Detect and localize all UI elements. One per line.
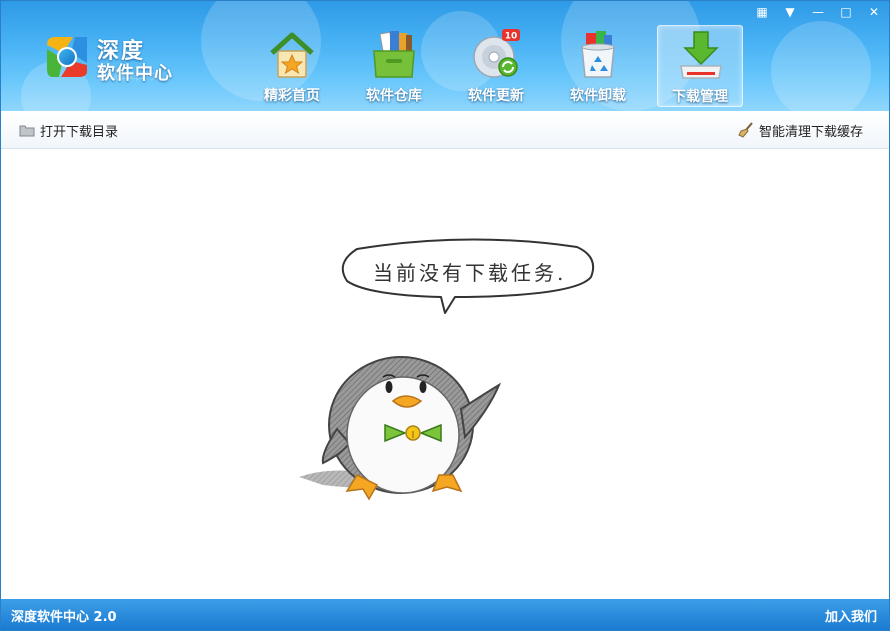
tab-software-repository[interactable]: 软件仓库 <box>351 25 437 107</box>
close-icon[interactable]: ✕ <box>863 3 885 21</box>
tab-home-label: 精彩首页 <box>264 88 320 104</box>
open-download-directory-label: 打开下载目录 <box>40 124 119 140</box>
status-bar: 深度软件中心 2.0 加入我们 <box>1 599 889 630</box>
minimize-icon[interactable]: — <box>807 3 829 21</box>
download-manager-icon <box>680 31 722 79</box>
header: 深度 软件中心 软件中心 ▦ ▼ — □ ✕ 精彩首页 软件仓库 10 软件更新… <box>1 1 889 111</box>
uninstall-recycle-icon <box>581 31 615 78</box>
menu-icon[interactable]: ▼ <box>779 3 801 21</box>
app-logo: 深度 软件中心 软件中心 <box>41 31 191 91</box>
app-window: 深度 软件中心 软件中心 ▦ ▼ — □ ✕ 精彩首页 软件仓库 10 软件更新… <box>0 0 890 631</box>
tab-home[interactable]: 精彩首页 <box>249 25 335 107</box>
software-update-icon: 10 <box>473 29 520 78</box>
tab-software-uninstall-label: 软件卸载 <box>570 88 626 104</box>
penguin-mascot-illustration <box>299 356 502 501</box>
tab-software-repository-label: 软件仓库 <box>366 88 422 104</box>
clean-download-cache-button[interactable]: 智能清理下载缓存 <box>738 120 863 140</box>
deepin-logo-icon <box>47 37 87 77</box>
tab-download-manager-label: 下载管理 <box>672 89 728 105</box>
update-count-badge: 10 <box>505 32 518 42</box>
broom-icon <box>738 122 753 138</box>
maximize-icon[interactable]: □ <box>835 3 857 21</box>
open-download-directory-button[interactable]: 打开下载目录 <box>19 120 118 140</box>
skin-icon[interactable]: ▦ <box>751 3 773 21</box>
join-us-link[interactable]: 加入我们 <box>825 606 877 625</box>
logo-reflection: 软件中心 <box>97 71 162 82</box>
bokeh-light <box>771 21 871 111</box>
folder-icon <box>19 125 35 137</box>
tab-software-uninstall[interactable]: 软件卸载 <box>555 25 641 107</box>
tab-software-update-label: 软件更新 <box>468 88 524 104</box>
tab-software-update[interactable]: 10 软件更新 <box>453 25 539 107</box>
window-controls: ▦ ▼ — □ ✕ <box>751 3 885 21</box>
version-label: 深度软件中心 2.0 <box>11 610 117 625</box>
tab-download-manager[interactable]: 下载管理 <box>657 25 743 107</box>
software-repository-icon <box>373 31 415 78</box>
download-list-area: 当前没有下载任务. <box>1 149 889 597</box>
toolbar: 打开下载目录 智能清理下载缓存 <box>1 111 889 149</box>
home-icon <box>270 32 314 78</box>
clean-download-cache-label: 智能清理下载缓存 <box>758 124 863 140</box>
empty-state-message: 当前没有下载任务. <box>373 261 567 285</box>
